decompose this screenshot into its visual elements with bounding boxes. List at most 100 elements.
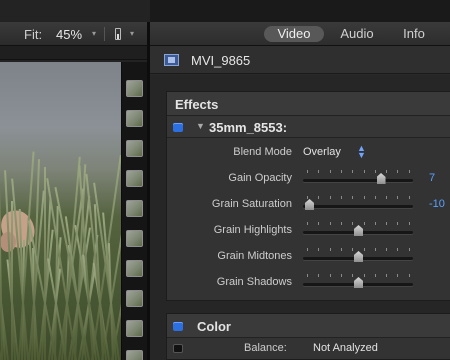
slider-tick (307, 222, 308, 225)
slider-knob[interactable] (354, 251, 363, 262)
param-value-field[interactable]: -10 (429, 198, 445, 210)
slider-tick (386, 196, 388, 199)
slider-knob[interactable] (376, 173, 386, 184)
fit-label: Fit: (24, 27, 43, 42)
param-label: Grain Saturation (211, 198, 292, 210)
slider-ticks (303, 222, 413, 226)
slider-tick (408, 274, 410, 277)
balance-checkbox[interactable] (173, 344, 183, 353)
fit-zoom-value[interactable]: 45% (56, 27, 82, 42)
filmstrip-frame[interactable] (126, 320, 143, 337)
filmstrip-frame[interactable] (126, 170, 143, 187)
filmstrip-frame[interactable] (126, 200, 143, 217)
slider-tick (307, 248, 308, 251)
blend-mode-popup[interactable]: Overlay (303, 146, 341, 158)
param-slider[interactable] (303, 196, 413, 212)
film-clip-icon (164, 54, 179, 66)
slider-tick (352, 248, 354, 251)
slider-tick (363, 274, 365, 277)
slider-ticks (303, 248, 413, 252)
filmstrip-frame[interactable] (126, 230, 143, 247)
param-slider[interactable] (303, 170, 413, 186)
effects-heading[interactable]: Effects (167, 92, 450, 116)
slider-tick (408, 248, 410, 251)
effects-heading-label: Effects (175, 97, 219, 112)
slider-tick (318, 196, 320, 199)
slider-knob[interactable] (354, 225, 363, 236)
tab-info[interactable]: Info (394, 26, 434, 42)
video-frame[interactable] (0, 62, 121, 360)
slider-tick (329, 222, 331, 225)
filmstrip-frame[interactable] (126, 290, 143, 307)
slider-tick (352, 196, 354, 199)
blend-mode-row: Blend Mode Overlay ▲ ▼ (167, 140, 450, 166)
slider-track[interactable] (303, 179, 413, 182)
param-value-field[interactable]: 7 (429, 172, 435, 184)
param-label: Grain Midtones (217, 250, 292, 262)
slider-tick (374, 170, 376, 173)
balance-label: Balance: (244, 342, 287, 354)
filmstrip (121, 62, 147, 360)
tab-audio[interactable]: Audio (332, 26, 382, 42)
slider-ticks (303, 196, 413, 200)
param-row: Grain Midtones (167, 244, 450, 270)
param-slider[interactable] (303, 248, 413, 264)
slider-tick (363, 222, 365, 225)
color-enable-checkbox[interactable] (173, 322, 183, 331)
disclosure-triangle-icon[interactable]: ▼ (196, 121, 205, 131)
viewer-options-icon[interactable] (115, 28, 121, 40)
blend-mode-label: Blend Mode (233, 146, 292, 158)
slider-tick (352, 170, 354, 173)
slider-tick (408, 196, 410, 199)
slider-tick (352, 274, 354, 277)
slider-tick (318, 170, 320, 173)
slider-tick (307, 170, 308, 173)
param-slider[interactable] (303, 274, 413, 290)
filmstrip-frame[interactable] (126, 350, 143, 360)
param-row: Grain Shadows (167, 270, 450, 296)
slider-tick (318, 222, 320, 225)
slider-track[interactable] (303, 205, 413, 208)
grass-blade (11, 201, 13, 360)
filmstrip-frame[interactable] (126, 110, 143, 127)
inspector-tabs: Video Audio Info (150, 22, 450, 46)
effect-name: 35mm_8553: (209, 120, 288, 135)
slider-tick (329, 196, 331, 199)
slider-tick (374, 196, 376, 199)
filmstrip-frame[interactable] (126, 260, 143, 277)
balance-value: Not Analyzed (313, 342, 378, 354)
param-label: Grain Highlights (213, 224, 292, 236)
blend-mode-stepper-icon[interactable]: ▲ ▼ (357, 144, 366, 160)
slider-tick (408, 170, 410, 173)
color-heading-label: Color (197, 319, 231, 334)
slider-knob[interactable] (305, 199, 314, 210)
slider-tick (307, 274, 308, 277)
slider-tick (386, 248, 388, 251)
slider-tick (397, 248, 399, 251)
color-heading[interactable]: Color (167, 314, 450, 338)
slider-tick (397, 196, 399, 199)
slider-tick (340, 170, 342, 173)
filmstrip-frame[interactable] (126, 140, 143, 157)
filmstrip-frame[interactable] (126, 80, 143, 97)
slider-tick (352, 222, 354, 225)
clip-header: MVI_9865 (150, 46, 450, 74)
slider-tick (363, 196, 365, 199)
view-chevron-down-icon[interactable]: ▾ (130, 29, 134, 38)
balance-row: Balance: Not Analyzed (167, 338, 450, 360)
slider-tick (374, 248, 376, 251)
viewer-strip (0, 46, 150, 60)
fit-chevron-down-icon[interactable]: ▾ (92, 29, 96, 38)
slider-tick (374, 274, 376, 277)
slider-tick (340, 248, 342, 251)
effect-enable-checkbox[interactable] (173, 123, 183, 132)
slider-tick (329, 170, 331, 173)
effect-row[interactable]: ▼ 35mm_8553: (167, 116, 450, 138)
color-section: Color Balance: Not Analyzed (166, 313, 450, 360)
slider-tick (386, 222, 388, 225)
slider-tick (374, 222, 376, 225)
clip-name: MVI_9865 (191, 53, 251, 68)
tab-video[interactable]: Video (264, 26, 324, 42)
slider-knob[interactable] (354, 277, 363, 288)
param-slider[interactable] (303, 222, 413, 238)
